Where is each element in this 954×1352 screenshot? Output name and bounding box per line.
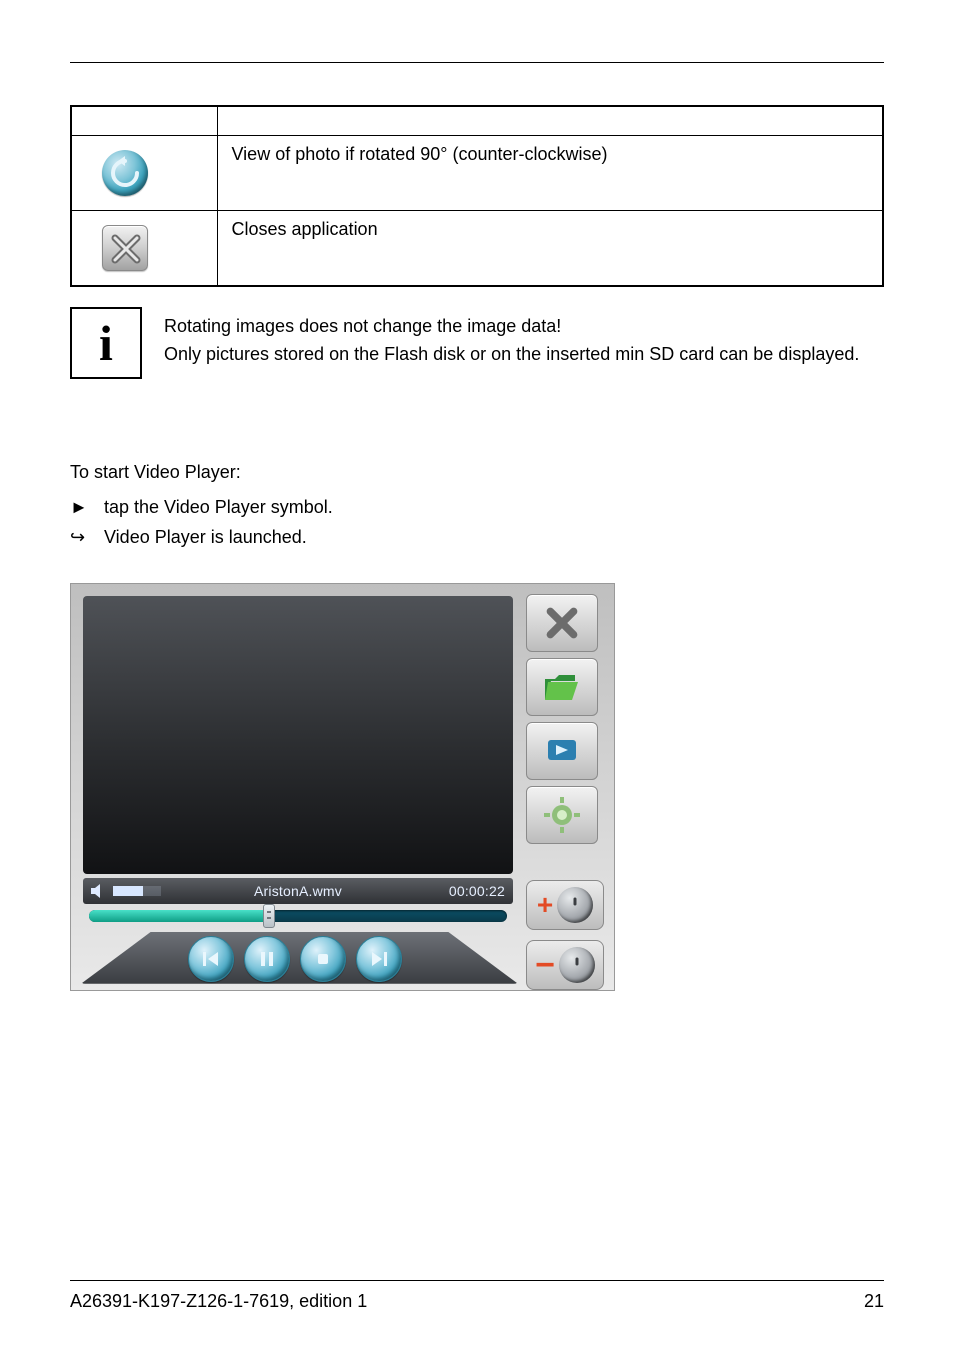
feature-text: Closes application: [217, 211, 883, 287]
list-marker-play-icon: ►: [70, 492, 90, 523]
plus-icon: +: [537, 889, 553, 921]
instruction-text: tap the Video Player symbol.: [104, 492, 333, 523]
page-number: 21: [864, 1291, 884, 1312]
next-button[interactable]: [356, 936, 402, 982]
previous-button[interactable]: [188, 936, 234, 982]
pause-button[interactable]: [244, 936, 290, 982]
instructions-lead: To start Video Player:: [70, 457, 884, 488]
close-button[interactable]: [526, 594, 598, 652]
instructions: To start Video Player: ► tap the Video P…: [70, 457, 884, 553]
info-note: i Rotating images does not change the im…: [70, 307, 884, 379]
gear-icon: [543, 796, 581, 834]
skip-next-icon: [368, 948, 390, 970]
info-line: Only pictures stored on the Flash disk o…: [164, 341, 859, 369]
rotate-ccw-icon: [102, 150, 148, 196]
list-marker-arrow-icon: ↪: [70, 522, 90, 553]
feature-table: View of photo if rotated 90° (counter-cl…: [70, 105, 884, 287]
status-bar: AristonA.wmv 00:00:22: [83, 878, 513, 904]
instruction-text: Video Player is launched.: [104, 522, 307, 553]
table-row: View of photo if rotated 90° (counter-cl…: [71, 136, 883, 211]
footer-left: A26391-K197-Z126-1-7619, edition 1: [70, 1291, 367, 1312]
feature-text: View of photo if rotated 90° (counter-cl…: [217, 136, 883, 211]
volume-down-button[interactable]: −: [526, 940, 604, 990]
video-time: 00:00:22: [449, 883, 505, 899]
knob-icon: [559, 947, 595, 983]
page-top-rule: [70, 62, 884, 63]
seek-handle[interactable]: [263, 904, 275, 928]
volume-up-button[interactable]: +: [526, 880, 604, 930]
instruction-item: ↪ Video Player is launched.: [70, 522, 884, 553]
seek-progress: [89, 910, 269, 922]
playlist-button[interactable]: [526, 722, 598, 780]
folder-open-icon: [542, 670, 582, 704]
settings-button[interactable]: [526, 786, 598, 844]
info-icon: i: [70, 307, 142, 379]
table-row: Closes application: [71, 211, 883, 287]
close-icon: [102, 225, 148, 271]
knob-icon: [557, 887, 593, 923]
pause-icon: [256, 948, 278, 970]
stop-icon: [312, 948, 334, 970]
info-line: Rotating images does not change the imag…: [164, 313, 859, 341]
stop-button[interactable]: [300, 936, 346, 982]
skip-previous-icon: [200, 948, 222, 970]
close-icon: [544, 605, 580, 641]
open-file-button[interactable]: [526, 658, 598, 716]
page-footer: A26391-K197-Z126-1-7619, edition 1 21: [70, 1280, 884, 1312]
playlist-icon: [542, 734, 582, 768]
seek-bar[interactable]: [89, 910, 507, 922]
video-player-screenshot: AristonA.wmv 00:00:22: [70, 583, 615, 991]
video-canvas: [83, 596, 513, 874]
volume-level-indicator: [113, 886, 161, 896]
video-filename: AristonA.wmv: [254, 883, 342, 899]
speaker-icon: [91, 884, 107, 898]
instruction-item: ► tap the Video Player symbol.: [70, 492, 884, 523]
